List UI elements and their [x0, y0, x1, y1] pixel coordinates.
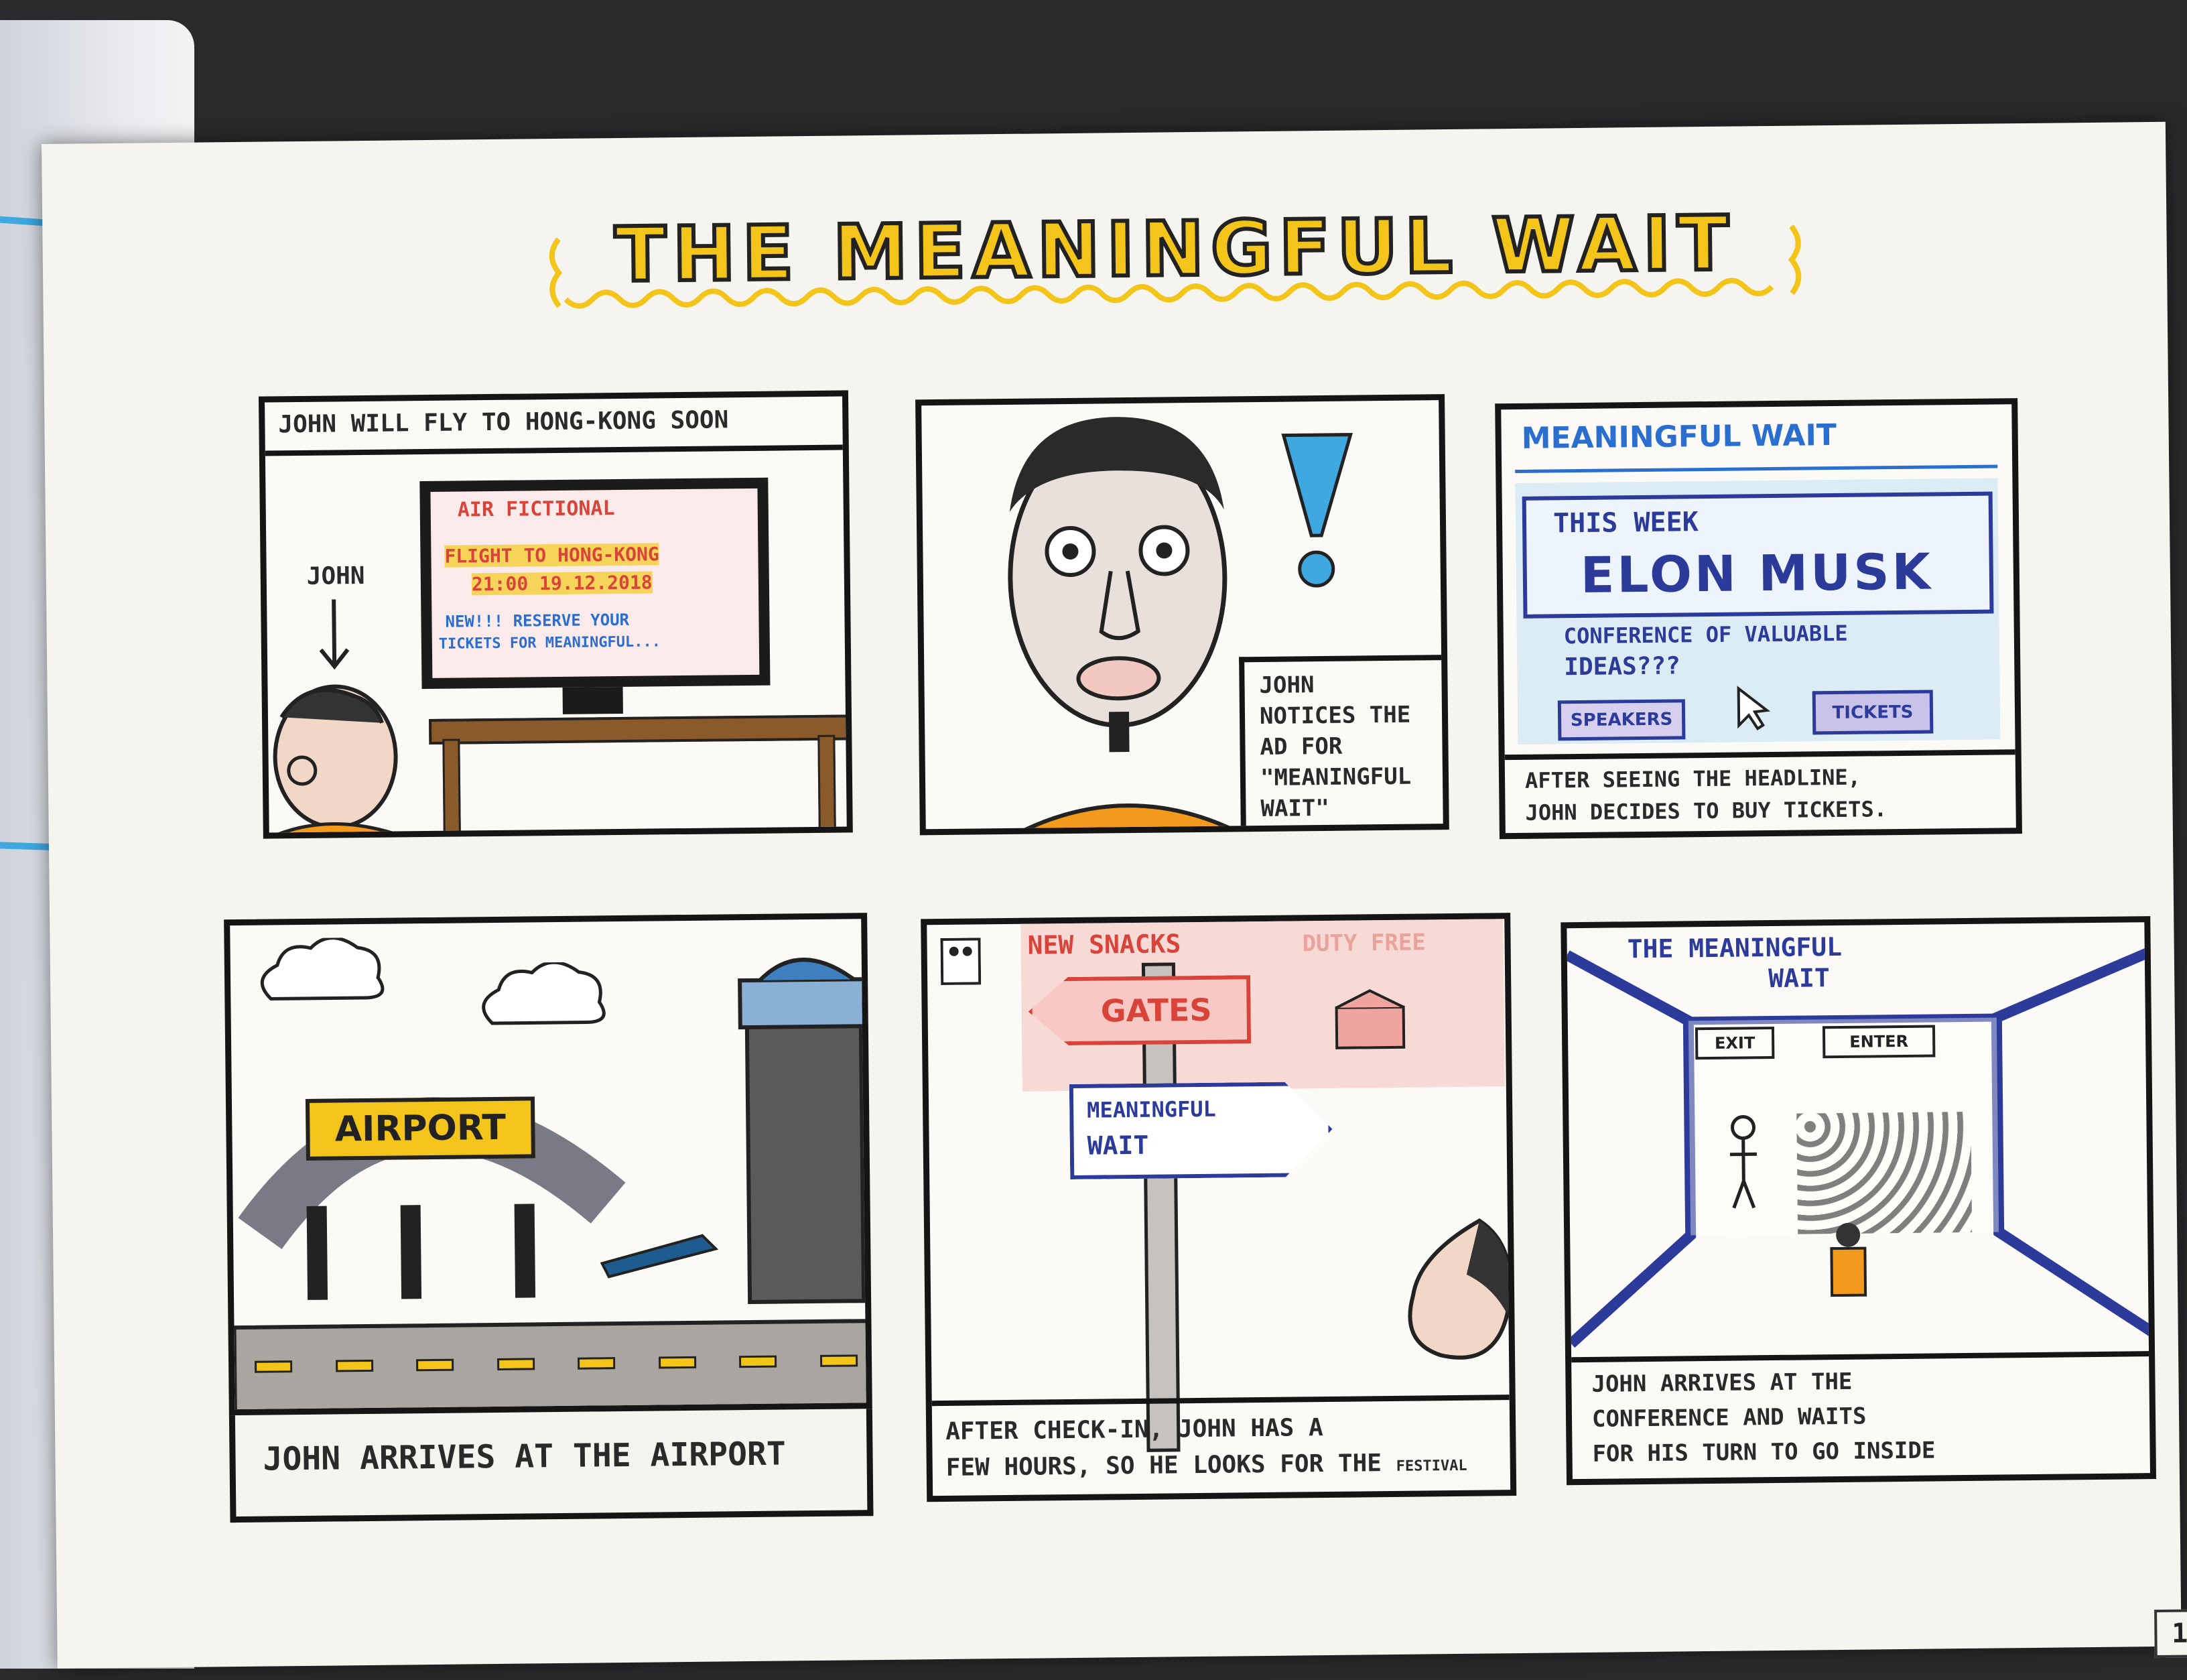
title-banner: THE MEANINGFUL WAIT: [538, 186, 1812, 333]
caption-line: "MEANINGFUL: [1260, 763, 1412, 792]
caption-line: AFTER CHECK-IN, JOHN HAS A: [945, 1414, 1323, 1445]
shop-duty-free: DUTY FREE: [1302, 929, 1427, 958]
runway-mark: [416, 1358, 454, 1372]
runway-mark: [496, 1358, 535, 1370]
panel-6-caption: JOHN ARRIVES AT THE CONFERENCE AND WAITS…: [1591, 1361, 2142, 1472]
runway-mark: [739, 1355, 777, 1368]
caption-line: FOR HIS TURN TO GO INSIDE: [1592, 1437, 1936, 1468]
panel-2-caption: JOHN NOTICES THE AD FOR "MEANINGFUL WAIT…: [1259, 668, 1448, 824]
wait-sign-line-1: MEANINGFUL: [1086, 1096, 1217, 1123]
gift-box-icon: [1335, 989, 1406, 1049]
arrow-down-icon: [319, 599, 350, 670]
john-head-icon: [267, 684, 405, 839]
caption-line: JOHN DECIDES TO BUY TICKETS.: [1525, 796, 1887, 826]
tv-screen: AIR FICTIONAL FLIGHT TO HONG-KONG 21:00 …: [419, 477, 771, 690]
panel-3-caption: AFTER SEEING THE HEADLINE, JOHN DECIDES …: [1525, 759, 2008, 829]
john-label: JOHN: [306, 562, 365, 590]
runway-mark: [255, 1360, 293, 1373]
panel-5: NEW SNACKS DUTY FREE GATES MEANINGFUL WA…: [921, 913, 1517, 1502]
john-face-icon: [992, 417, 1262, 836]
john-back-icon: [1830, 1222, 1867, 1297]
storyboard-sheet: THE MEANINGFUL WAIT JOHN WILL FLY TO HON…: [42, 121, 2187, 1669]
page-title: THE MEANINGFUL WAIT: [612, 198, 1738, 302]
gates-sign-label: GATES: [1100, 991, 1212, 1029]
wait-sign-line-2: WAIT: [1087, 1130, 1149, 1161]
flight-time: 21:00 19.12.2018: [471, 571, 653, 596]
cursor-icon: [1737, 686, 1771, 730]
speaker-name: ELON MUSK: [1580, 543, 1934, 604]
caption-divider: [931, 1395, 1510, 1407]
gates-sign: GATES: [1028, 975, 1251, 1045]
header-rule: [1515, 464, 1998, 473]
caption-line: NOTICES THE: [1259, 701, 1411, 730]
runway-mark: [819, 1354, 858, 1367]
john-profile-icon: [1408, 1218, 1512, 1360]
airline-name: AIR FICTIONAL: [457, 497, 615, 522]
website-hero: THIS WEEK ELON MUSK CONFERENCE OF VALUAB…: [1515, 478, 2001, 745]
speakers-button[interactable]: SPEAKERS: [1557, 699, 1686, 741]
panel-1-caption: JOHN WILL FLY TO HONG-KONG SOON: [278, 406, 729, 439]
panel-4-frame-bottom: [228, 1409, 874, 1523]
caption-text: FEW HOURS, SO HE LOOKS FOR THE: [945, 1449, 1382, 1482]
this-week-label: THIS WEEK: [1552, 507, 1699, 539]
restroom-icon: [940, 938, 982, 986]
panel-4: AIRPORT: [224, 913, 872, 1416]
table-leg: [817, 734, 837, 839]
caption-divider: [265, 444, 843, 456]
caption-divider: [1504, 749, 2015, 761]
caption-line: AFTER SEEING THE HEADLINE,: [1524, 764, 1861, 793]
airport-building-icon: [232, 958, 872, 1416]
caption-small: FESTIVAL: [1396, 1457, 1467, 1475]
exit-door-label: EXIT: [1695, 1026, 1775, 1060]
caption-line: JOHN ARRIVES AT THE: [1591, 1368, 1853, 1398]
panel-6: THE MEANINGFUL WAIT EXIT ENTER JOHN ARRI…: [1561, 916, 2157, 1486]
caption-line: AD FOR: [1260, 732, 1343, 761]
runway-mark: [335, 1359, 373, 1372]
exclamation-icon: [1281, 433, 1353, 588]
caption-line: CONFERENCE AND WAITS: [1591, 1403, 1867, 1433]
conference-desc-2: IDEAS???: [1564, 652, 1680, 682]
table: [429, 714, 853, 745]
caption-line: WAIT": [1260, 794, 1330, 822]
airport-sign: AIRPORT: [305, 1096, 535, 1161]
panel-5-caption: AFTER CHECK-IN, JOHN HAS A FEW HOURS, SO…: [945, 1408, 1509, 1490]
runway-mark: [578, 1357, 616, 1370]
panel-2: JOHN NOTICES THE AD FOR "MEANINGFUL WAIT…: [915, 394, 1449, 836]
runway-mark: [658, 1356, 696, 1369]
ad-line-2: TICKETS FOR MEANINGFUL...: [438, 633, 661, 653]
shop-new-snacks: NEW SNACKS: [1027, 929, 1181, 960]
panel-3: MEANINGFUL WAIT THIS WEEK ELON MUSK CONF…: [1495, 398, 2022, 840]
flight-destination: FLIGHT TO HONG-KONG: [444, 543, 659, 568]
tickets-button[interactable]: TICKETS: [1812, 690, 1934, 735]
ad-line-1: NEW!!! RESERVE YOUR: [445, 610, 630, 631]
conference-desc-1: CONFERENCE OF VALUABLE: [1563, 620, 1848, 649]
caption-line: JOHN: [1259, 671, 1315, 700]
panel-1: JOHN WILL FLY TO HONG-KONG SOON JOHN AIR…: [258, 390, 853, 839]
waiting-crowd: [1796, 1111, 1973, 1234]
tv-stand: [562, 686, 623, 714]
caption-line: FEW HOURS, SO HE LOOKS FOR THE FESTIVAL: [945, 1444, 1509, 1490]
enter-door-label: ENTER: [1822, 1025, 1936, 1059]
page-number: 17|1: [2154, 1608, 2187, 1659]
table-leg: [442, 738, 462, 839]
hero-box: THIS WEEK ELON MUSK: [1522, 491, 1994, 619]
meaningful-wait-sign: MEANINGFUL WAIT: [1069, 1082, 1333, 1179]
website-header: MEANINGFUL WAIT: [1521, 417, 1837, 456]
